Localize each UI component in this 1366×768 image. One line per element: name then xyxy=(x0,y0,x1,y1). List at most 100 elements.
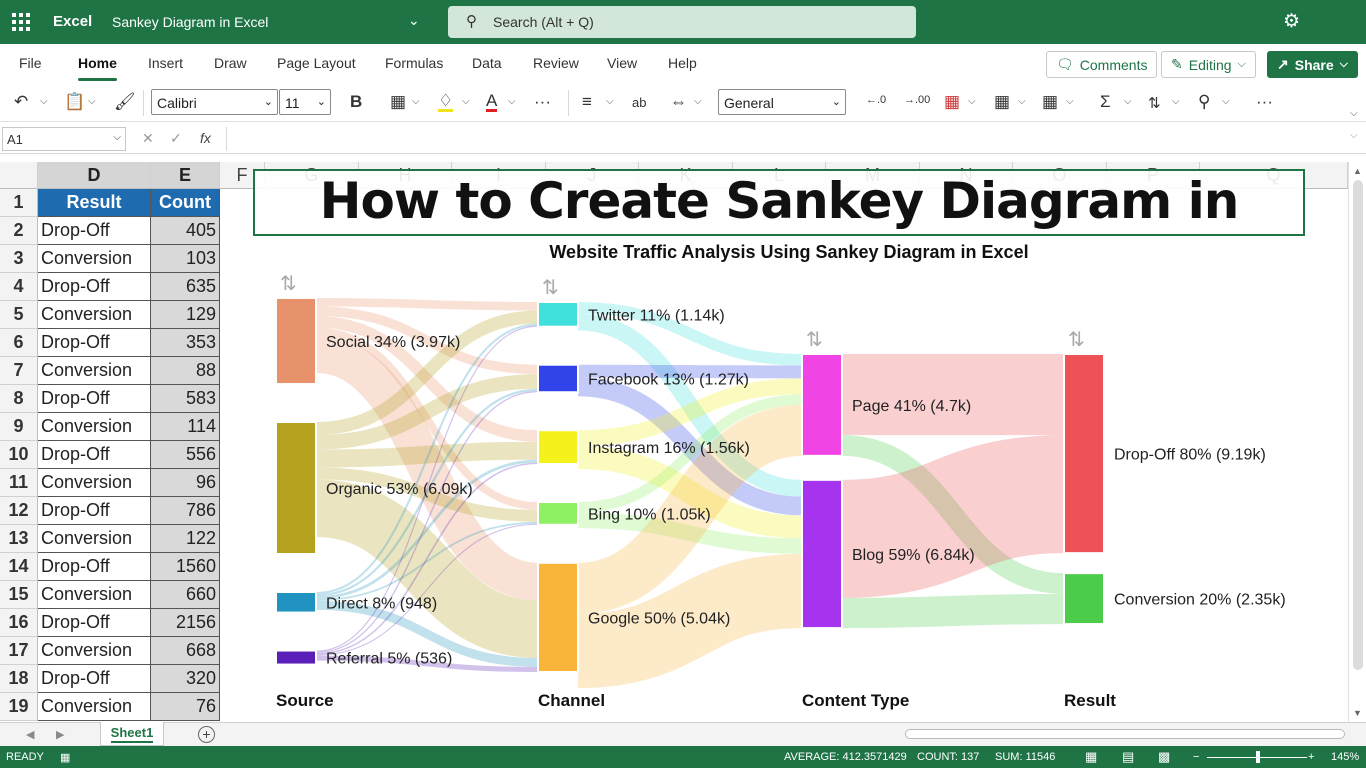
scroll-up-icon[interactable]: ▲ xyxy=(1353,166,1362,176)
row-header[interactable]: 1 xyxy=(0,189,38,217)
page-break-view-icon[interactable]: ▩ xyxy=(1158,749,1170,765)
menu-data[interactable]: Data xyxy=(472,55,502,71)
chevron-down-icon[interactable]: ⌵ xyxy=(694,96,702,107)
document-title[interactable]: Sankey Diagram in Excel xyxy=(112,14,268,30)
table-cell-result[interactable]: Drop-Off xyxy=(38,497,151,525)
cell-styles-icon[interactable]: ▦ xyxy=(1042,92,1058,112)
chevron-down-icon[interactable]: ⌵ xyxy=(508,96,516,107)
page-layout-view-icon[interactable]: ▤ xyxy=(1122,749,1134,765)
row-header[interactable]: 19 xyxy=(0,693,38,721)
chevron-down-icon[interactable]: ⌵ xyxy=(1018,96,1026,107)
row-header[interactable]: 18 xyxy=(0,665,38,693)
table-header-count[interactable]: Count xyxy=(151,189,220,217)
select-all-corner[interactable] xyxy=(0,162,38,189)
scroll-down-icon[interactable]: ▼ xyxy=(1353,708,1362,718)
font-family-select[interactable]: Calibri ⌄ xyxy=(151,89,278,115)
menu-view[interactable]: View xyxy=(607,55,637,71)
row-header[interactable]: 17 xyxy=(0,637,38,665)
table-cell-count[interactable]: 405 xyxy=(151,217,220,245)
table-cell-count[interactable]: 1560 xyxy=(151,553,220,581)
more-options-icon[interactable]: ··· xyxy=(1256,92,1273,112)
sheet-tab-sheet1[interactable]: Sheet1 xyxy=(100,722,164,746)
table-cell-count[interactable]: 129 xyxy=(151,301,220,329)
row-header[interactable]: 13 xyxy=(0,525,38,553)
chevron-down-icon[interactable]: ⌵ xyxy=(968,96,976,107)
table-cell-count[interactable]: 76 xyxy=(151,693,220,721)
wrap-text-icon[interactable]: ab xyxy=(632,95,646,110)
menu-home[interactable]: Home xyxy=(78,55,117,81)
chevron-down-icon[interactable]: ⌵ xyxy=(40,96,48,107)
menu-page-layout[interactable]: Page Layout xyxy=(277,55,356,71)
sankey-chart[interactable]: Social 34% (3.97k) Organic 53% (6.09k) Dir… xyxy=(232,236,1322,722)
number-format-select[interactable]: General ⌄ xyxy=(718,89,846,115)
table-cell-result[interactable]: Conversion xyxy=(38,357,151,385)
table-cell-result[interactable]: Conversion xyxy=(38,245,151,273)
decrease-decimal-icon[interactable]: ←.0 xyxy=(866,94,886,106)
vertical-scrollbar[interactable]: ▲ ▼ xyxy=(1348,162,1366,722)
font-size-select[interactable]: 11 ⌄ xyxy=(279,89,331,115)
menu-help[interactable]: Help xyxy=(668,55,697,71)
table-cell-count[interactable]: 122 xyxy=(151,525,220,553)
increase-decimal-icon[interactable]: →.00 xyxy=(904,94,930,106)
borders-icon[interactable]: ▦ xyxy=(390,92,406,112)
row-header[interactable]: 14 xyxy=(0,553,38,581)
row-header[interactable]: 12 xyxy=(0,497,38,525)
next-sheet-icon[interactable]: ▶ xyxy=(56,728,64,741)
editing-button[interactable]: ✎ Editing ⌵ xyxy=(1161,51,1256,78)
normal-view-icon[interactable]: ▦ xyxy=(1085,749,1097,765)
chevron-down-icon[interactable]: ⌵ xyxy=(88,96,96,107)
conditional-format-icon[interactable]: ▦ xyxy=(944,92,960,112)
search-box[interactable]: ⚲ Search (Alt + Q) xyxy=(448,6,916,38)
table-cell-result[interactable]: Conversion xyxy=(38,637,151,665)
row-header[interactable]: 10 xyxy=(0,441,38,469)
more-icon[interactable]: ··· xyxy=(534,92,551,112)
gear-icon[interactable]: ⚙ xyxy=(1283,10,1300,33)
chevron-down-icon[interactable]: ⌵ xyxy=(1172,96,1180,107)
table-cell-count[interactable]: 786 xyxy=(151,497,220,525)
zoom-out-icon[interactable]: − xyxy=(1193,751,1199,763)
scrollbar-thumb[interactable] xyxy=(1353,180,1363,670)
row-header[interactable]: 9 xyxy=(0,413,38,441)
comments-button[interactable]: 🗨 Comments xyxy=(1046,51,1158,78)
column-header-e[interactable]: E xyxy=(151,162,220,189)
menu-insert[interactable]: Insert xyxy=(148,55,183,71)
chevron-down-icon[interactable]: ⌵ xyxy=(412,96,420,107)
table-cell-count[interactable]: 96 xyxy=(151,469,220,497)
chevron-down-icon[interactable]: ⌵ xyxy=(462,96,470,107)
table-cell-result[interactable]: Conversion xyxy=(38,413,151,441)
table-cell-result[interactable]: Conversion xyxy=(38,469,151,497)
row-header[interactable]: 6 xyxy=(0,329,38,357)
confirm-icon[interactable]: ✓ xyxy=(170,130,182,147)
table-cell-result[interactable]: Drop-Off xyxy=(38,553,151,581)
cancel-icon[interactable]: ✕ xyxy=(142,130,154,147)
prev-sheet-icon[interactable]: ◀ xyxy=(26,728,34,741)
table-cell-count[interactable]: 114 xyxy=(151,413,220,441)
app-name[interactable]: Excel xyxy=(53,13,92,30)
function-icon[interactable]: fx xyxy=(200,130,211,146)
paste-icon[interactable]: 📋 xyxy=(64,92,85,112)
table-cell-count[interactable]: 660 xyxy=(151,581,220,609)
font-color-icon[interactable]: A xyxy=(486,92,498,112)
menu-review[interactable]: Review xyxy=(533,55,579,71)
app-launcher-icon[interactable] xyxy=(12,13,30,31)
fill-color-icon[interactable]: ♢ xyxy=(438,92,454,112)
table-cell-count[interactable]: 353 xyxy=(151,329,220,357)
chevron-down-icon[interactable]: ⌵ xyxy=(1350,130,1358,141)
table-cell-result[interactable]: Conversion xyxy=(38,525,151,553)
add-sheet-button[interactable]: + xyxy=(198,726,215,743)
zoom-in-icon[interactable]: + xyxy=(1308,751,1314,763)
table-cell-result[interactable]: Conversion xyxy=(38,301,151,329)
table-cell-result[interactable]: Drop-Off xyxy=(38,217,151,245)
table-cell-count[interactable]: 320 xyxy=(151,665,220,693)
chevron-down-icon[interactable]: ⌵ xyxy=(1066,96,1074,107)
row-header[interactable]: 11 xyxy=(0,469,38,497)
name-box[interactable]: A1 ⌵ xyxy=(2,127,126,151)
row-header[interactable]: 2 xyxy=(0,217,38,245)
menu-file[interactable]: File xyxy=(19,55,42,71)
chevron-down-icon[interactable]: ⌵ xyxy=(1222,96,1230,107)
accessibility-icon[interactable]: ▦ xyxy=(60,751,70,764)
find-icon[interactable]: ⚲ xyxy=(1198,92,1210,112)
bold-icon[interactable]: B xyxy=(350,92,362,112)
table-cell-count[interactable]: 2156 xyxy=(151,609,220,637)
column-header-d[interactable]: D xyxy=(38,162,151,189)
